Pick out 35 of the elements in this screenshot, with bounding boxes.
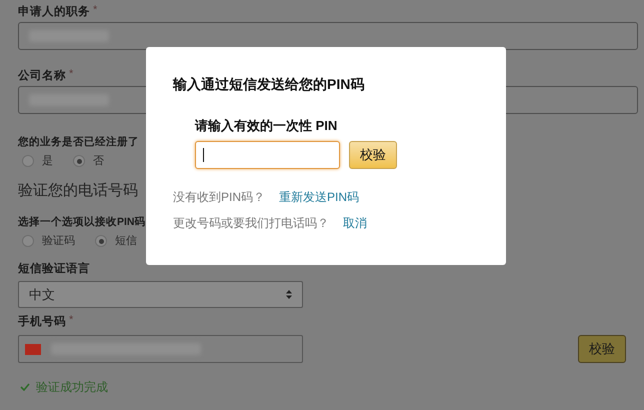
field-label: 手机号码 bbox=[18, 314, 66, 330]
prompt-text: 更改号码或要我们打电话吗？ bbox=[173, 215, 329, 231]
dialog-title: 输入通过短信发送给您的PIN码 bbox=[173, 75, 366, 93]
field-label: 短信验证语言 bbox=[18, 261, 90, 277]
required-asterisk: * bbox=[93, 4, 98, 16]
text-cursor bbox=[203, 148, 204, 162]
success-message: 验证成功完成 bbox=[36, 379, 108, 395]
field-label: 申请人的职务 bbox=[18, 4, 90, 20]
updown-arrows-icon bbox=[286, 290, 292, 299]
option-label: 短信 bbox=[115, 234, 137, 249]
prompt-text: 没有收到PIN码？ bbox=[173, 189, 266, 205]
checkmark-icon bbox=[20, 383, 30, 391]
radio-button[interactable] bbox=[73, 155, 85, 167]
field-label: 公司名称 bbox=[18, 68, 66, 84]
field-label: 您的业务是否已经注册了 bbox=[18, 134, 139, 150]
text-field[interactable] bbox=[18, 22, 638, 50]
radio-button[interactable] bbox=[95, 235, 107, 247]
verify-button[interactable]: 校验 bbox=[578, 335, 626, 363]
option-label: 否 bbox=[93, 154, 104, 169]
option-label: 验证码 bbox=[42, 234, 75, 249]
flag-icon bbox=[25, 344, 41, 354]
required-asterisk: * bbox=[69, 314, 74, 326]
radio-button[interactable] bbox=[22, 235, 34, 247]
verify-button[interactable]: 校验 bbox=[349, 141, 397, 169]
radio-button[interactable] bbox=[22, 155, 34, 167]
pin-label: 请输入有效的一次性 PIN bbox=[195, 118, 338, 134]
required-asterisk: * bbox=[69, 68, 74, 80]
option-label: 是 bbox=[42, 154, 53, 169]
field-label: 选择一个选项以接收PIN码 bbox=[18, 215, 146, 230]
link[interactable]: 取消 bbox=[343, 215, 367, 231]
section-heading: 验证您的电话号码 bbox=[18, 181, 138, 201]
language-dropdown[interactable]: 中文 bbox=[18, 281, 303, 308]
link[interactable]: 重新发送PIN码 bbox=[279, 189, 360, 205]
phone-field[interactable] bbox=[18, 335, 303, 363]
pin-input-field[interactable] bbox=[195, 141, 340, 169]
